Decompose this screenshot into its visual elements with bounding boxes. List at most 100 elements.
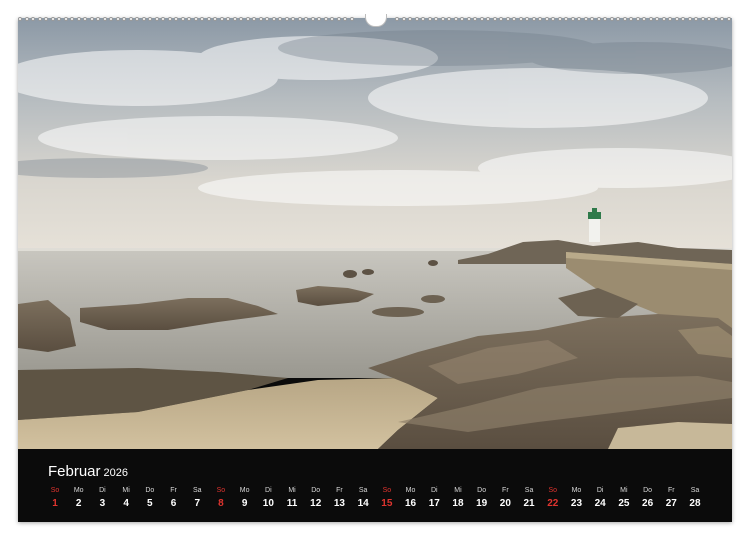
day-cell: Mi 11	[281, 486, 303, 512]
binding-ring	[661, 17, 666, 21]
weekday-label: Di	[99, 487, 106, 494]
day-cell: So 15	[376, 486, 398, 512]
weekday-label: Do	[145, 487, 155, 494]
binding-ring	[609, 17, 614, 21]
binding-ring	[323, 17, 328, 21]
binding-ring	[707, 17, 711, 21]
binding-ring	[590, 17, 594, 21]
day-number: 18	[452, 498, 464, 509]
binding-ring	[128, 17, 133, 21]
binding-ring	[193, 17, 198, 21]
binding-ring	[297, 17, 302, 21]
binding-ring	[135, 17, 139, 21]
binding-ring	[486, 17, 490, 21]
binding-ring	[694, 17, 698, 21]
weekday-label: Mi	[122, 487, 130, 494]
day-cell: Di 24	[589, 486, 611, 512]
binding-ring	[525, 17, 529, 21]
binding-ring	[570, 17, 575, 21]
binding-ring	[505, 17, 510, 21]
binding-ring	[720, 17, 724, 21]
binding-ring	[174, 17, 178, 21]
binding-ring	[577, 17, 581, 21]
binding-ring	[18, 17, 22, 21]
weekday-label: Di	[265, 487, 272, 494]
day-cell: Sa 7	[186, 486, 208, 512]
day-number: 13	[333, 498, 345, 509]
binding-ring	[512, 17, 516, 21]
day-cell: Di 17	[423, 486, 445, 512]
weekday-label: Do	[477, 487, 487, 494]
binding-ring	[115, 17, 120, 21]
binding-ring	[310, 17, 315, 21]
day-cell: Fr 13	[328, 486, 350, 512]
day-cell: Fr 6	[163, 486, 185, 512]
binding-ring	[206, 17, 211, 21]
day-number: 17	[428, 498, 440, 509]
weekday-label: Mi	[620, 487, 628, 494]
day-cell: Sa 21	[518, 486, 540, 512]
day-number: 28	[689, 498, 701, 509]
weekday-label: Sa	[358, 487, 368, 494]
binding-ring	[642, 17, 646, 21]
weekday-label: Mi	[288, 487, 296, 494]
binding-ring	[622, 17, 627, 21]
day-cell: Sa 28	[684, 486, 706, 512]
day-number: 8	[218, 498, 224, 509]
day-cell: Do 12	[305, 486, 327, 512]
weekday-label: Fr	[170, 487, 177, 494]
binding-ring	[473, 17, 477, 21]
calendar-page: Februar 2026 So 1 Mo 2 Di 3 Mi 4 Do 5 Fr 6 Sa 7 So 8 Mo 9 D…	[18, 18, 732, 522]
binding-ring	[447, 17, 451, 21]
binding-ring	[89, 17, 94, 21]
weekday-label: So	[50, 487, 60, 494]
binding-ring	[37, 17, 42, 21]
day-number: 11	[286, 498, 298, 509]
weekday-label: Fr	[502, 487, 509, 494]
binding-ring	[330, 17, 334, 21]
weekday-label: Do	[643, 487, 653, 494]
binding-ring	[674, 17, 679, 21]
weekday-label: So	[382, 487, 392, 494]
weekday-label: Do	[311, 487, 321, 494]
binding-ring	[434, 17, 438, 21]
day-cell: Sa 14	[352, 486, 374, 512]
binding-ring	[414, 17, 419, 21]
binding-ring	[668, 17, 672, 21]
binding-ring	[258, 17, 263, 21]
binding-ring	[161, 17, 165, 21]
binding-ring	[408, 17, 412, 21]
day-cell: Di 3	[91, 486, 113, 512]
day-cell: Fr 27	[660, 486, 682, 512]
weekday-label: Fr	[336, 487, 343, 494]
binding-ring	[564, 17, 568, 21]
binding-ring	[96, 17, 100, 21]
binding-ring	[304, 17, 308, 21]
day-number: 12	[310, 498, 322, 509]
day-number: 26	[642, 498, 654, 509]
binding-ring	[76, 17, 81, 21]
binding-ring	[596, 17, 601, 21]
day-cell: Mo 23	[565, 486, 587, 512]
day-cell: Fr 20	[494, 486, 516, 512]
coastal-landscape-photo	[18, 18, 732, 449]
binding-ring	[187, 17, 191, 21]
binding-ring	[284, 17, 289, 21]
day-cell: Mo 2	[68, 486, 90, 512]
binding-ring	[265, 17, 269, 21]
day-cell: Mi 25	[613, 486, 635, 512]
weekday-label: Sa	[192, 487, 202, 494]
binding-ring	[401, 17, 406, 21]
weekday-label: So	[216, 487, 226, 494]
binding-ring	[200, 17, 204, 21]
calendar-strip: Februar 2026 So 1 Mo 2 Di 3 Mi 4 Do 5 Fr 6 Sa 7 So 8 Mo 9 D…	[18, 449, 732, 522]
binding-ring	[83, 17, 87, 21]
binding-ring	[726, 17, 731, 21]
binding-ring	[232, 17, 237, 21]
binding-ring	[167, 17, 172, 21]
day-number: 10	[262, 498, 274, 509]
weekday-label: Mo	[571, 487, 582, 494]
day-number: 4	[123, 498, 129, 509]
binding-ring	[70, 17, 74, 21]
day-number: 19	[476, 498, 488, 509]
